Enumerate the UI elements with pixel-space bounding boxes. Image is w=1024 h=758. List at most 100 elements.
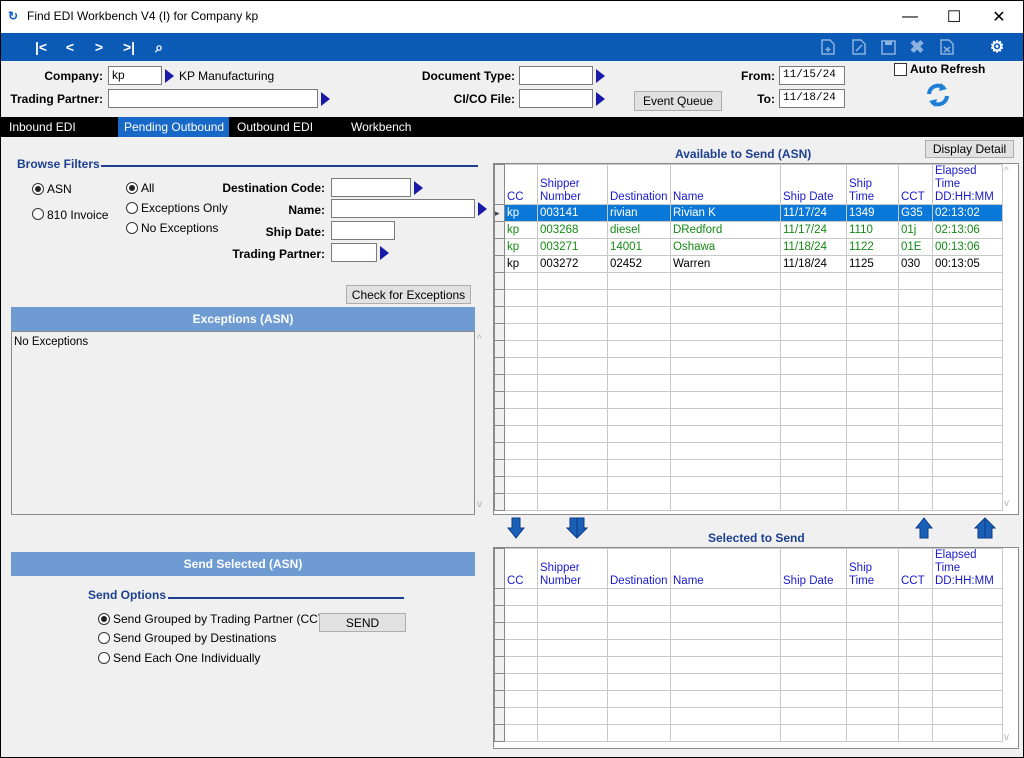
no-exceptions-radio[interactable]: [126, 222, 138, 234]
empty-cell: [494, 340, 505, 358]
exceptions-scroll-up-icon[interactable]: ^: [477, 334, 482, 345]
delete-icon[interactable]: ✖: [906, 37, 928, 57]
move-down-arrow-icon[interactable]: [506, 517, 526, 542]
trading-partner-lookup-icon[interactable]: [321, 92, 330, 106]
edit-icon[interactable]: [848, 37, 870, 57]
close-button[interactable]: ✕: [976, 1, 1022, 33]
asn-radio[interactable]: [32, 183, 44, 195]
event-queue-button[interactable]: Event Queue: [634, 91, 722, 111]
empty-cell: [670, 459, 781, 477]
table-cell: 00:13:05: [932, 255, 1003, 273]
send-individually-radio[interactable]: [98, 652, 110, 664]
empty-cell: [898, 357, 933, 375]
selected-column-header-elapsed-time[interactable]: Elapsed Time DD:HH:MM: [932, 548, 1003, 589]
from-date-input[interactable]: 11/15/24: [779, 66, 845, 85]
table-row[interactable]: kp 003272 02452 Warren 11/18/24 1125 030 00:13:…: [494, 255, 1003, 273]
filter-trading-partner-lookup-icon[interactable]: [380, 246, 389, 260]
document-type-input[interactable]: [519, 66, 593, 85]
table-row[interactable]: kp 003271 14001 Oshawa 11/18/24 1122 01E 00:13:…: [494, 238, 1003, 256]
name-input[interactable]: [331, 199, 475, 218]
send-button[interactable]: SEND: [319, 613, 406, 632]
table-row[interactable]: kp 003268 diesel DRedford 11/17/24 1110 01j 02:…: [494, 221, 1003, 239]
selected-column-header-destination[interactable]: Destination: [607, 548, 671, 589]
save-icon[interactable]: [877, 37, 899, 57]
move-all-up-arrow-icon[interactable]: [973, 517, 997, 542]
column-header-name[interactable]: Name: [670, 164, 781, 205]
refresh-icon[interactable]: [925, 81, 951, 109]
column-header-cct[interactable]: CCT: [898, 164, 933, 205]
column-header-ship-date[interactable]: Ship Date: [780, 164, 847, 205]
row-indicator[interactable]: [494, 221, 505, 239]
first-record-button[interactable]: |<: [30, 37, 52, 57]
available-grid[interactable]: CC Shipper Number Destination Name Ship …: [493, 163, 1019, 515]
selected-column-header-ship-time[interactable]: Ship Time: [846, 548, 899, 589]
tab-inbound-edi[interactable]: Inbound EDI: [3, 117, 82, 137]
next-record-button[interactable]: >: [88, 37, 110, 57]
cico-file-input[interactable]: [519, 89, 593, 108]
to-date-input[interactable]: 11/18/24: [779, 89, 845, 108]
column-header-shipper-number[interactable]: Shipper Number: [537, 164, 608, 205]
find-icon[interactable]: ⌕: [148, 37, 170, 57]
ship-date-input[interactable]: [331, 221, 395, 240]
row-indicator[interactable]: [494, 238, 505, 256]
tab-workbench[interactable]: Workbench: [345, 117, 417, 137]
from-date-label: From:: [741, 69, 775, 83]
empty-cell: [780, 408, 847, 426]
row-indicator[interactable]: [494, 255, 505, 273]
send-grouped-partner-radio[interactable]: [98, 613, 110, 625]
empty-cell: [932, 391, 1003, 409]
empty-cell: [494, 391, 505, 409]
tab-pending-outbound[interactable]: Pending Outbound: [118, 117, 229, 137]
selected-column-header-ship-date[interactable]: Ship Date: [780, 548, 847, 589]
selected-column-header-cc[interactable]: CC: [504, 548, 538, 589]
check-exceptions-button[interactable]: Check for Exceptions: [346, 285, 471, 304]
empty-cell: [494, 357, 505, 375]
auto-refresh-checkbox[interactable]: [894, 63, 907, 76]
available-scroll-up-icon[interactable]: ^: [1004, 166, 1009, 177]
send-grouped-partner-label: Send Grouped by Trading Partner (CCT): [113, 612, 330, 626]
maximize-button[interactable]: ☐: [931, 1, 977, 33]
destination-code-input[interactable]: [331, 178, 411, 197]
selected-column-header-name[interactable]: Name: [670, 548, 781, 589]
cico-file-lookup-icon[interactable]: [596, 92, 605, 106]
settings-gear-icon[interactable]: ⚙: [986, 37, 1008, 57]
prev-record-button[interactable]: <: [59, 37, 81, 57]
column-header-cc[interactable]: CC: [504, 164, 538, 205]
filter-trading-partner-input[interactable]: [331, 243, 377, 262]
selected-scroll-down-icon[interactable]: v: [1004, 732, 1009, 743]
empty-row: [494, 639, 1003, 657]
company-input[interactable]: kp: [108, 66, 162, 85]
new-record-icon[interactable]: [817, 37, 839, 57]
exceptions-scroll-down-icon[interactable]: v: [477, 499, 482, 510]
move-all-down-arrow-icon[interactable]: [565, 517, 589, 542]
selected-column-header-cct[interactable]: CCT: [898, 548, 933, 589]
selected-grid[interactable]: CC Shipper Number Destination Name Ship …: [493, 547, 1019, 749]
send-grouped-destinations-radio[interactable]: [98, 632, 110, 644]
empty-row: [494, 656, 1003, 674]
trading-partner-input[interactable]: [108, 89, 318, 108]
empty-cell: [780, 442, 847, 460]
document-type-lookup-icon[interactable]: [596, 69, 605, 83]
display-detail-button[interactable]: Display Detail: [925, 140, 1014, 158]
company-lookup-icon[interactable]: [165, 69, 174, 83]
last-record-button[interactable]: >|: [118, 37, 140, 57]
title-bar: ↻ Find EDI Workbench V4 (I) for Company …: [1, 1, 1023, 33]
column-header-destination[interactable]: Destination: [607, 164, 671, 205]
row-indicator[interactable]: ▸: [494, 204, 505, 222]
minimize-button[interactable]: —: [887, 1, 933, 33]
column-header-elapsed-time[interactable]: Elapsed Time DD:HH:MM: [932, 164, 1003, 205]
empty-cell: [932, 272, 1003, 290]
available-scroll-down-icon[interactable]: v: [1004, 498, 1009, 509]
column-header-ship-time[interactable]: Ship Time: [846, 164, 899, 205]
move-up-arrow-icon[interactable]: [914, 517, 934, 542]
invoice-810-radio[interactable]: [32, 208, 44, 220]
tab-outbound-edi[interactable]: Outbound EDI: [231, 117, 319, 137]
cancel-record-icon[interactable]: [936, 37, 958, 57]
destination-code-lookup-icon[interactable]: [414, 181, 423, 195]
exceptions-list[interactable]: No Exceptions: [11, 331, 475, 515]
selected-column-header-shipper-number[interactable]: Shipper Number: [537, 548, 608, 589]
exceptions-only-radio[interactable]: [126, 202, 138, 214]
all-radio[interactable]: [126, 182, 138, 194]
table-row[interactable]: ▸ kp 003141 rivian Rivian K 11/17/24 1349 G35 02…: [494, 204, 1003, 222]
name-lookup-icon[interactable]: [478, 202, 487, 216]
